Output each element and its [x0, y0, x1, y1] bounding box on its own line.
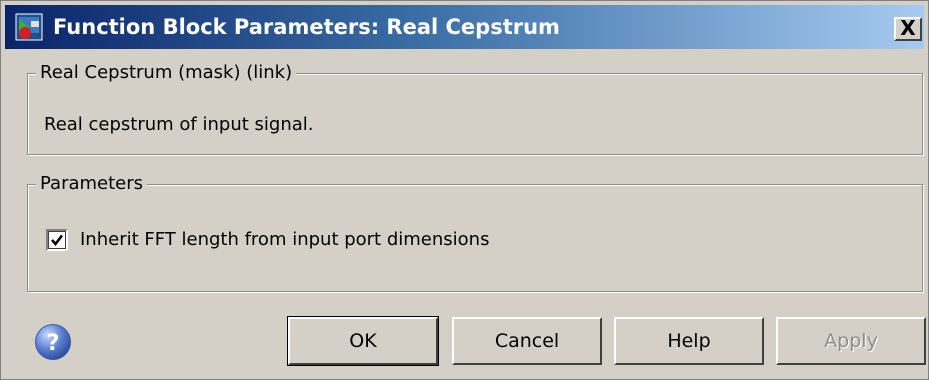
question-mark-icon[interactable]: ? — [34, 323, 72, 361]
inherit-fft-length-checkbox[interactable] — [46, 229, 68, 251]
checkmark-icon — [51, 234, 64, 247]
help-button[interactable]: Help — [614, 317, 764, 365]
title-bar[interactable]: Function Block Parameters: Real Cepstrum… — [5, 5, 924, 49]
parameters-group: Parameters Inherit FFT length from input… — [27, 171, 923, 292]
block-description-text: Real cepstrum of input signal. — [44, 114, 314, 135]
parameters-group-label: Parameters — [36, 171, 148, 197]
window-title: Function Block Parameters: Real Cepstrum — [53, 15, 560, 39]
ok-button[interactable]: OK — [287, 316, 439, 366]
close-button[interactable]: X — [894, 17, 922, 41]
cancel-button[interactable]: Cancel — [452, 317, 602, 365]
inherit-fft-length-label[interactable]: Inherit FFT length from input port dimen… — [80, 227, 489, 253]
block-description-group-label: Real Cepstrum (mask) (link) — [36, 60, 297, 86]
simulink-block-icon — [15, 13, 43, 41]
close-icon: X — [900, 16, 916, 40]
apply-button[interactable]: Apply — [776, 317, 926, 365]
function-block-parameters-dialog: Function Block Parameters: Real Cepstrum… — [0, 0, 929, 380]
block-description-group: Real Cepstrum (mask) (link) Real cepstru… — [27, 60, 923, 155]
svg-text:?: ? — [47, 331, 60, 356]
